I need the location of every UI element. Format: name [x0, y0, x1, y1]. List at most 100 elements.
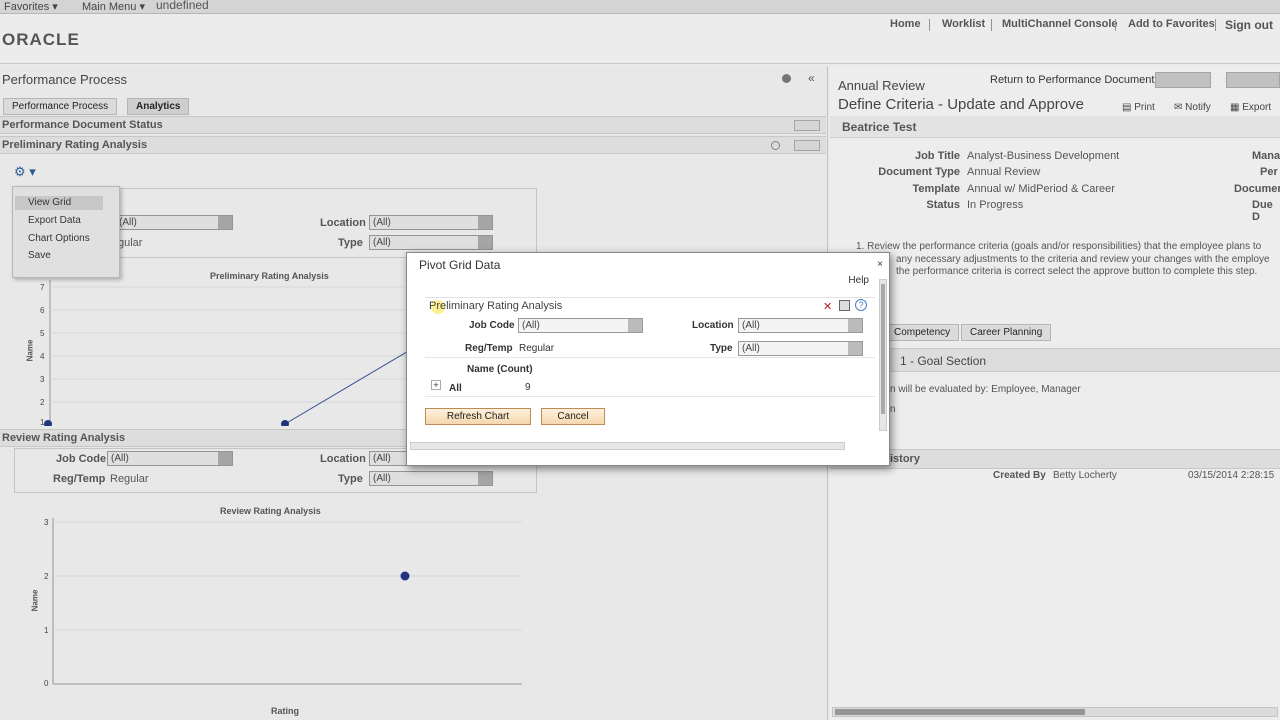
detail-value-template: Annual w/ MidPeriod & Career: [967, 183, 1115, 195]
review-type-select[interactable]: (All): [369, 471, 493, 486]
detail-value-doc-type: Annual Review: [967, 166, 1041, 178]
review-chart: 3 2 1 0: [44, 518, 522, 688]
section-status-title: Performance Document Status: [2, 119, 163, 131]
gear-icon[interactable]: ⚙ ▾: [14, 164, 36, 180]
top-menu-bar: Favorites ▾ Main Menu ▾ undefined: [0, 0, 1280, 14]
dlg-type-select[interactable]: (All): [738, 341, 863, 356]
prelim-location-label: Location: [320, 217, 366, 229]
help-icon[interactable]: ?: [855, 299, 867, 311]
pivot-grid-dialog: Pivot Grid Data × Help Preliminary Ratin…: [406, 252, 890, 466]
review-type-label: Type: [338, 473, 363, 485]
review-reg-value: Regular: [110, 473, 149, 485]
expand-icon[interactable]: +: [431, 380, 441, 390]
favorites-menu[interactable]: Favorites ▾: [4, 0, 58, 13]
notify-button[interactable]: ✉ Notify: [1174, 102, 1211, 113]
return-link[interactable]: Return to Performance Documents: [990, 74, 1160, 86]
horizontal-scrollbar[interactable]: [832, 707, 1278, 717]
worklist-link[interactable]: Worklist: [942, 18, 985, 30]
export-button[interactable]: ▦ Export: [1230, 102, 1271, 113]
review-reg-label: Reg/Temp: [53, 473, 106, 485]
page-heading: Define Criteria - Update and Approve: [838, 96, 1084, 113]
filter-clear-icon[interactable]: ✕: [823, 300, 832, 313]
section-options-icon-2[interactable]: [794, 140, 820, 151]
history-title: istory: [890, 453, 920, 465]
close-icon[interactable]: ×: [877, 259, 883, 270]
detail-label-doc-type: Document Type: [878, 166, 960, 178]
dlg-reg-label: Reg/Temp: [465, 343, 513, 354]
dlg-location-select[interactable]: (All): [738, 318, 863, 333]
collapse-icon[interactable]: «: [808, 71, 815, 85]
review-jobcode-label: Job Code: [56, 453, 107, 465]
row-label: All: [449, 383, 462, 394]
created-by-value: Betty Locherty: [1053, 470, 1117, 481]
dlg-type-label: Type: [710, 343, 733, 354]
row-value: 9: [525, 382, 531, 393]
col-header: Name (Count): [467, 364, 533, 375]
nav-button-2[interactable]: [1226, 72, 1280, 88]
section-options-icon[interactable]: [794, 120, 820, 131]
prelim-type-label: Type: [338, 237, 363, 249]
print-button[interactable]: ▤ Print: [1122, 102, 1155, 113]
tab-analytics[interactable]: Analytics: [127, 98, 190, 115]
goal-section-bar: [830, 348, 1280, 372]
detail-label-job-title: Job Title: [914, 150, 960, 162]
detail-right-2: Per: [1260, 166, 1278, 178]
review-ytick-1: 1: [44, 626, 49, 635]
tab-performance-process[interactable]: Performance Process: [3, 98, 118, 115]
instruction-text-2: any necessary adjustments to the criteri…: [896, 254, 1270, 265]
gear-dropdown-menu: View Grid Export Data Chart Options Save: [12, 186, 120, 278]
prelim-ytick-7: 7: [40, 283, 45, 292]
grid-view-icon[interactable]: [839, 300, 850, 311]
dialog-title: Pivot Grid Data: [419, 258, 501, 272]
dlg-jobcode-label: Job Code: [469, 320, 515, 331]
prelim-jobcode-select[interactable]: (All): [115, 215, 233, 230]
panel-title: Performance Process: [2, 72, 127, 87]
cancel-button[interactable]: Cancel: [541, 408, 605, 425]
header-links: Home Worklist MultiChannel Console Add t…: [880, 18, 1280, 32]
review-ytick-0: 0: [44, 679, 49, 688]
detail-value-status: In Progress: [967, 199, 1024, 211]
prelim-reg-value: gular: [118, 237, 143, 249]
menu-item-chart-options[interactable]: Chart Options: [28, 233, 90, 244]
review-chart-ylabel: Name: [30, 589, 40, 612]
dlg-jobcode-select[interactable]: (All): [518, 318, 643, 333]
prelim-chart: 7 6 5 4 3 2 1: [40, 280, 410, 426]
settings-icon[interactable]: [782, 74, 791, 83]
dialog-vscrollbar[interactable]: [879, 279, 887, 431]
sign-out-link[interactable]: Sign out: [1225, 18, 1273, 32]
annual-review-label: Annual Review: [838, 78, 925, 93]
refresh-icon[interactable]: [771, 141, 780, 150]
prelim-ytick-6: 6: [40, 306, 45, 315]
dialog-hscrollbar[interactable]: [410, 442, 845, 450]
section-bar-status: Performance Document Status: [0, 116, 826, 134]
refresh-chart-button[interactable]: Refresh Chart: [425, 408, 531, 425]
prelim-type-select[interactable]: (All): [369, 235, 493, 250]
review-location-label: Location: [320, 453, 366, 465]
detail-right-3: Documen: [1234, 183, 1280, 195]
main-menu[interactable]: Main Menu ▾: [82, 0, 145, 13]
detail-value-job-title: Analyst-Business Development: [967, 150, 1120, 162]
home-link[interactable]: Home: [890, 18, 921, 30]
prelim-point-1: [44, 420, 52, 426]
menu-item-view-grid[interactable]: View Grid: [28, 197, 71, 208]
created-by-label: Created By: [993, 470, 1046, 481]
detail-right-1: Mana: [1252, 150, 1280, 162]
detail-label-status: Status: [926, 199, 960, 211]
multichannel-link[interactable]: MultiChannel Console: [1002, 18, 1118, 30]
evaluated-by-text: n will be evaluated by: Employee, Manage…: [890, 384, 1081, 395]
menu-item-save[interactable]: Save: [28, 250, 51, 261]
add-favorites-link[interactable]: Add to Favorites: [1128, 18, 1215, 30]
nav-button-1[interactable]: [1155, 72, 1211, 88]
review-jobcode-select[interactable]: (All): [107, 451, 233, 466]
tab-career-planning[interactable]: Career Planning: [961, 324, 1052, 341]
help-link[interactable]: Help: [848, 275, 869, 286]
grid-title: Preliminary Rating Analysis: [429, 300, 563, 312]
tab-competency[interactable]: Competency: [885, 324, 960, 341]
prelim-location-select[interactable]: (All): [369, 215, 493, 230]
dlg-reg-value: Regular: [519, 343, 555, 354]
review-ytick-2: 2: [44, 572, 49, 581]
dlg-location-label: Location: [692, 320, 734, 331]
right-panel: Annual Review Return to Performance Docu…: [830, 66, 1280, 720]
review-chart-xlabel: Rating: [271, 706, 299, 716]
menu-item-export-data[interactable]: Export Data: [28, 215, 81, 226]
